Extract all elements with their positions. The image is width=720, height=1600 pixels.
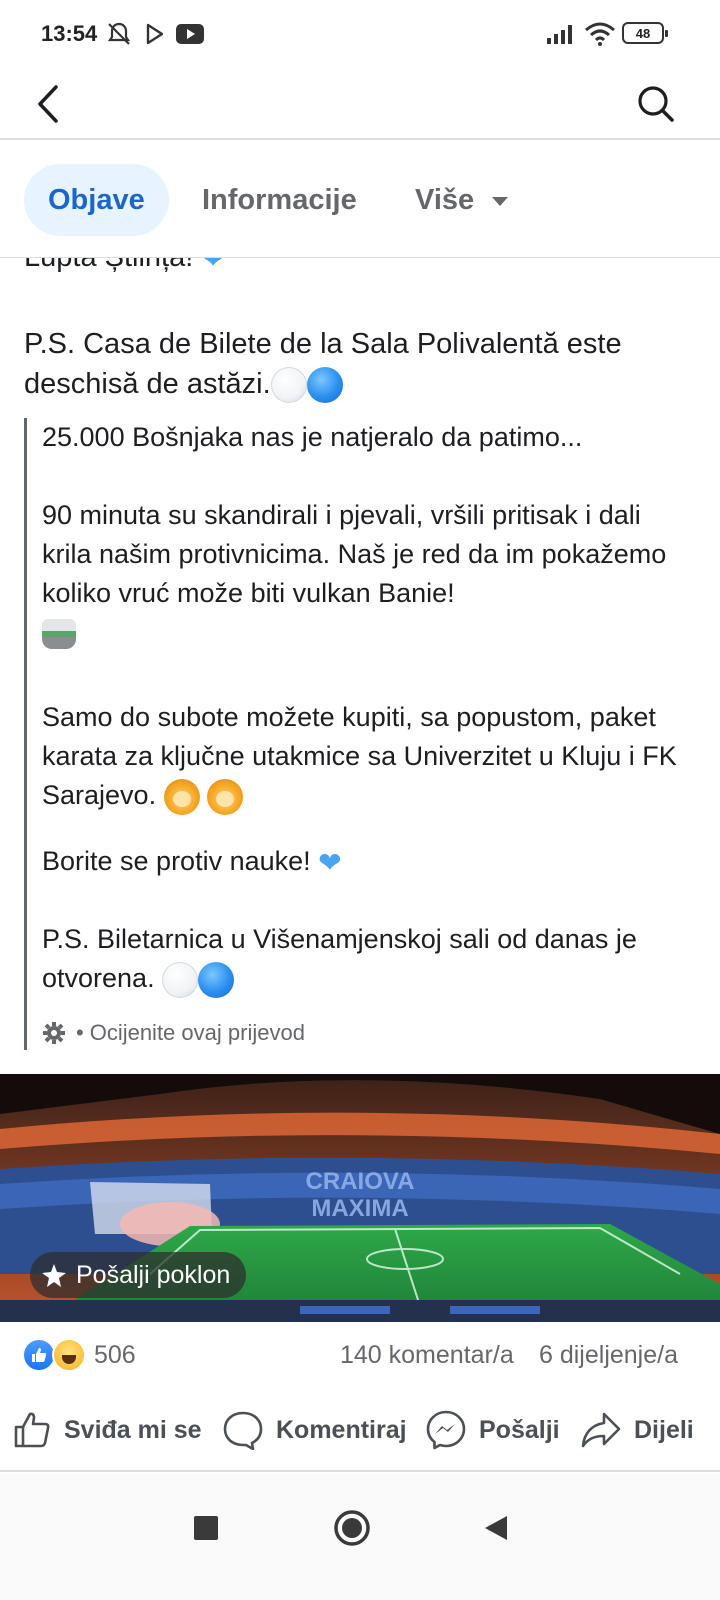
translation-paragraph-2-text: 90 minuta su skandirali i pjevali, vršil… [42,500,667,608]
messenger-icon [426,1410,466,1450]
reactions-summary: 506 140 komentar/a 6 dijeljenje/a [0,1328,720,1384]
blue-heart-icon: ❤ [318,847,342,879]
post-body: Lupta Știința! ❤ P.S. Casa de Bilete de … [0,258,720,1074]
gear-icon [43,1022,65,1044]
gift-sparkle-icon [42,1264,66,1287]
search-icon[interactable] [628,76,684,132]
send-button[interactable]: Pošalji [425,1404,560,1456]
comment-icon [223,1411,263,1450]
mute-bell-icon [106,20,132,48]
tab-objave[interactable]: Objave [24,164,169,236]
white-circle-icon [270,367,307,404]
tab-vise-label: Više [415,183,475,216]
translation-block: 25.000 Bošnjaka nas je natjeralo da pati… [24,418,684,1050]
translation-paragraph-4-text: Borite se protiv nauke! [42,846,311,876]
profile-tabs: Objave Informacije Više [0,142,720,258]
white-circle-icon [162,961,199,998]
comment-button-label: Komentiraj [276,1415,407,1444]
battery-icon: 48 [622,22,668,44]
youtube-icon [176,20,204,48]
share-button[interactable]: Dijeli [580,1404,694,1456]
stand-text-2: MAXIMA [311,1195,408,1222]
rate-translation-row[interactable]: • Ocijenite ovaj prijevod [42,1020,305,1046]
translation-paragraph-3-text: Samo do subote možete kupiti, sa popusto… [42,702,677,810]
stand-text-1: CRAIOVA [306,1168,415,1195]
stadium-icon [42,618,76,649]
post-text-ps: P.S. Casa de Bilete de la Sala Polivalen… [24,324,684,404]
like-button[interactable]: Sviđa mi se [12,1404,202,1456]
back-arrow-icon[interactable] [22,76,74,132]
translation-paragraph-4: Borite se protiv nauke! ❤ [42,842,682,882]
haha-reaction-icon [52,1338,86,1372]
tab-vise[interactable]: Više [415,164,509,236]
home-circle-icon[interactable] [322,1498,382,1558]
comment-button[interactable]: Komentiraj [222,1404,407,1456]
blue-circle-icon [198,961,235,998]
tab-objave-label: Objave [48,183,145,216]
signal-icon [546,20,576,48]
like-button-label: Sviđa mi se [64,1415,202,1444]
translation-paragraph-5-text: P.S. Biletarnica u Višenamjenskoj sali o… [42,924,637,993]
send-button-label: Pošalji [479,1415,560,1444]
recents-square-icon[interactable] [176,1498,236,1558]
blue-circle-icon [306,367,343,404]
caret-down-icon [492,197,509,206]
tab-informacije[interactable]: Informacije [202,164,357,236]
share-button-label: Dijeli [634,1415,694,1444]
post-action-bar: Sviđa mi se Komentiraj Pošalji Dijeli [0,1390,720,1472]
reaction-count[interactable]: 506 [94,1341,136,1370]
system-navigation-bar [0,1474,720,1600]
play-store-icon [146,20,164,48]
send-gift-button[interactable]: Pošalji poklon [30,1252,247,1298]
dot-separator: • [76,1020,84,1045]
lion-icon [207,778,244,815]
tab-informacije-label: Informacije [202,183,357,216]
status-time: 13:54 [41,21,98,46]
post-text-line: Lupta Știința! ❤ [24,258,225,275]
status-bar: 13:54 48 [0,0,720,68]
like-icon [14,1412,50,1448]
comment-count[interactable]: 140 komentar/a [340,1341,514,1370]
share-count[interactable]: 6 dijeljenje/a [539,1341,678,1370]
rate-translation-link[interactable]: Ocijenite ovaj prijevod [90,1020,305,1046]
share-icon [581,1412,621,1448]
translation-paragraph-1: 25.000 Bošnjaka nas je natjeralo da pati… [42,422,583,452]
back-triangle-icon[interactable] [466,1498,526,1558]
reaction-icons[interactable] [22,1338,90,1374]
send-gift-label: Pošalji poklon [76,1260,231,1289]
wifi-icon [584,20,616,48]
lion-icon [163,778,200,815]
blue-heart-icon: ❤ [201,258,225,274]
top-app-bar [0,68,720,140]
post-text-clipped: Lupta Știința! [24,258,193,273]
like-reaction-icon [22,1338,56,1372]
translation-paragraph-5: P.S. Biletarnica u Višenamjenskoj sali o… [42,920,682,998]
translation-paragraph-3: Samo do subote možete kupiti, sa popusto… [42,698,682,815]
translation-paragraph-2: 90 minuta su skandirali i pjevali, vršil… [42,496,682,652]
